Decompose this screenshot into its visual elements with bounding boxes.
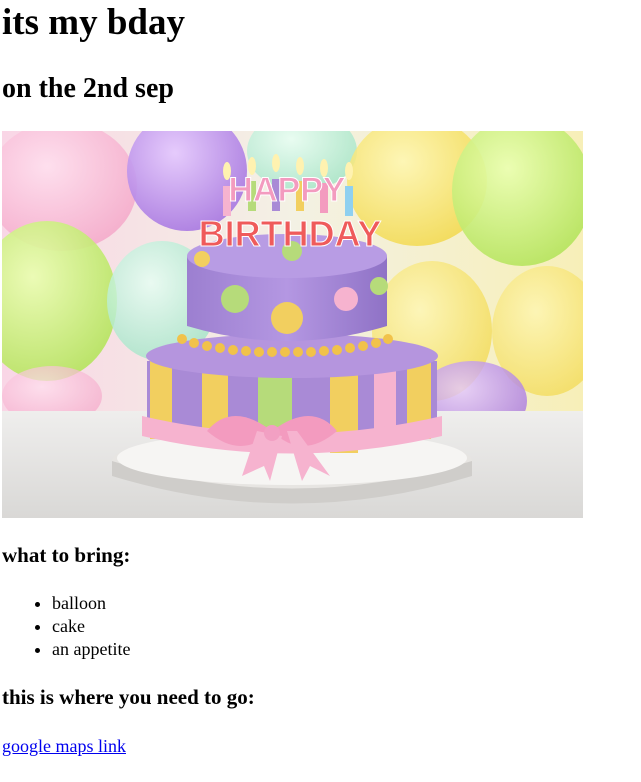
cake-text-birthday: BIRTHDAY [199, 213, 382, 254]
list-item: cake [52, 615, 130, 638]
page-title: its my bday [2, 2, 185, 43]
bring-list: balloon cake an appetite [2, 592, 130, 661]
list-item: an appetite [52, 638, 130, 661]
birthday-cake-illustration: HAPPY BIRTHDAY [2, 131, 583, 518]
birthday-cake-image: HAPPY BIRTHDAY [2, 131, 583, 518]
google-maps-link[interactable]: google maps link [2, 735, 126, 758]
page-subtitle: on the 2nd sep [2, 73, 174, 104]
what-to-bring-heading: what to bring: [2, 543, 131, 567]
location-heading: this is where you need to go: [2, 685, 255, 709]
cake-text-happy: HAPPY [228, 171, 345, 209]
list-item: balloon [52, 592, 130, 615]
